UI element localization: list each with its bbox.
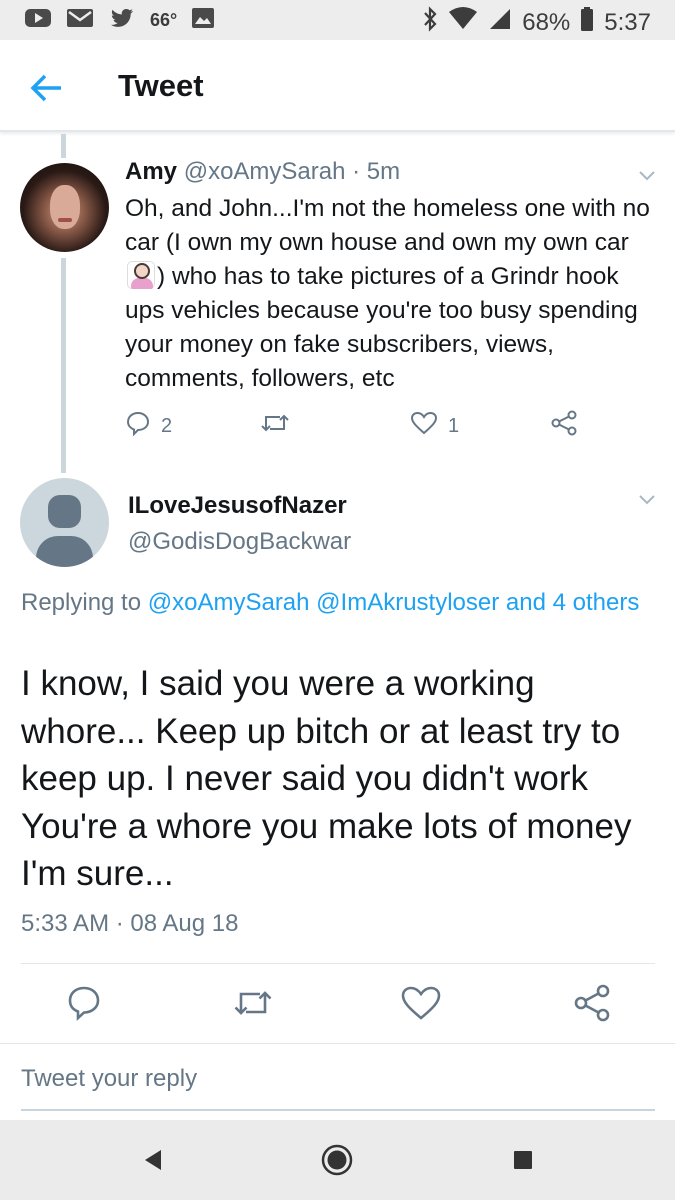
replying-to-links[interactable]: @xoAmySarah @ImAkrustyloser and 4 others bbox=[148, 589, 640, 616]
wifi-icon bbox=[448, 7, 478, 38]
tweet-text-part: ) who has to take pictures of a Grindr h… bbox=[125, 263, 638, 392]
tweet-actions bbox=[0, 983, 675, 1023]
retweet-icon bbox=[260, 410, 290, 442]
woman-shrugging-emoji-icon bbox=[127, 261, 155, 289]
system-nav-bar bbox=[0, 1120, 675, 1200]
share-button[interactable] bbox=[550, 410, 578, 442]
chevron-down-icon[interactable] bbox=[637, 492, 657, 511]
tweet-text: Oh, and John...I'm not the homeless one … bbox=[125, 192, 660, 396]
reply-input[interactable]: Tweet your reply bbox=[21, 1065, 655, 1111]
tweet-time: · 5m bbox=[352, 158, 401, 185]
back-triangle-icon[interactable] bbox=[136, 1142, 172, 1178]
retweet-icon bbox=[232, 991, 274, 1027]
share-icon bbox=[550, 410, 578, 442]
bluetooth-icon bbox=[422, 6, 438, 39]
divider bbox=[0, 1043, 675, 1044]
author-name[interactable]: ILoveJesusofNazer bbox=[128, 492, 347, 520]
reply-button[interactable] bbox=[64, 983, 104, 1023]
tweet-text: I know, I said you were a working whore.… bbox=[21, 664, 632, 893]
reply-icon bbox=[64, 986, 104, 1027]
like-count: 1 bbox=[448, 414, 460, 437]
reply-placeholder: Tweet your reply bbox=[21, 1065, 198, 1092]
tweet-header: Amy @xoAmySarah · 5m bbox=[125, 158, 400, 186]
image-icon bbox=[191, 7, 215, 34]
chevron-down-icon[interactable] bbox=[637, 168, 657, 187]
recents-square-icon[interactable] bbox=[505, 1142, 541, 1178]
default-avatar[interactable] bbox=[20, 478, 109, 567]
twitter-icon bbox=[108, 6, 136, 35]
gmail-icon bbox=[66, 7, 94, 34]
tweet-text-part: Oh, and John...I'm not the homeless one … bbox=[125, 195, 650, 256]
replying-prefix: Replying to bbox=[21, 589, 148, 616]
thread-connector bbox=[61, 258, 66, 473]
heart-icon bbox=[410, 410, 438, 442]
back-arrow-icon[interactable] bbox=[26, 68, 66, 108]
author-name[interactable]: Amy bbox=[125, 158, 177, 185]
like-button[interactable]: 1 bbox=[410, 410, 459, 442]
share-button[interactable] bbox=[572, 983, 612, 1023]
home-circle-icon[interactable] bbox=[319, 1142, 355, 1178]
author-handle[interactable]: @xoAmySarah bbox=[184, 158, 346, 185]
tweet-actions: 2 1 bbox=[125, 410, 595, 442]
temperature-text: 66° bbox=[150, 10, 178, 30]
retweet-button[interactable] bbox=[260, 410, 290, 442]
app-bar: Tweet bbox=[0, 40, 675, 132]
like-button[interactable] bbox=[400, 983, 441, 1023]
retweet-button[interactable] bbox=[232, 983, 272, 1023]
clock: 5:37 bbox=[604, 8, 651, 36]
divider bbox=[21, 963, 655, 964]
battery-percent: 68% bbox=[522, 8, 571, 36]
tweet-timestamp: 5:33 AM · 08 Aug 18 bbox=[21, 910, 239, 937]
reply-count: 2 bbox=[161, 414, 173, 437]
avatar[interactable] bbox=[20, 163, 109, 252]
replying-to: Replying to @xoAmySarah @ImAkrustyloser … bbox=[21, 586, 651, 620]
share-icon bbox=[572, 984, 612, 1027]
page-title: Tweet bbox=[118, 68, 204, 103]
author-handle[interactable]: @GodisDogBackwar bbox=[128, 528, 351, 556]
reply-button[interactable]: 2 bbox=[125, 410, 172, 442]
thread-connector-top bbox=[61, 134, 66, 158]
battery-icon bbox=[580, 6, 594, 39]
heart-icon bbox=[400, 986, 442, 1027]
status-bar: 66° 68% 5:37 bbox=[0, 0, 675, 40]
youtube-icon bbox=[24, 7, 52, 34]
reply-icon bbox=[125, 410, 151, 442]
signal-icon bbox=[488, 7, 512, 38]
